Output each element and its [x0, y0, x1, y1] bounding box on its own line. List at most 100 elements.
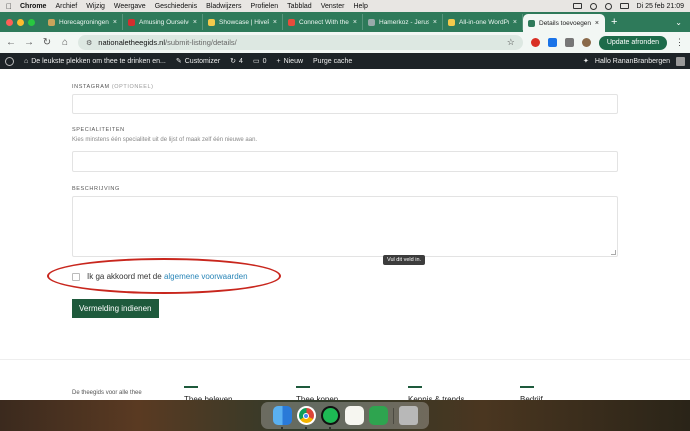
tab-search-chevron-icon[interactable]: ⌄: [675, 18, 682, 27]
tab-details-toevoegen[interactable]: Details toevoegen ×: [523, 14, 605, 32]
tab-title: All-in-one WordPr: [459, 18, 509, 26]
battery-icon[interactable]: [572, 3, 582, 9]
home-icon[interactable]: ⌂: [60, 37, 70, 48]
update-chrome-button[interactable]: Update afronden: [598, 35, 667, 50]
wordpress-logo-icon[interactable]: [5, 56, 14, 66]
instagram-label: INSTAGRAM (OPTIONEEL): [72, 84, 154, 90]
wp-new-label: Nieuw: [283, 57, 304, 65]
search-icon[interactable]: [604, 2, 612, 10]
site-footer: De theegids voor alle thee Thee beleven …: [0, 368, 690, 401]
instagram-label-text: INSTAGRAM: [72, 84, 110, 90]
close-tab-icon[interactable]: ×: [113, 19, 117, 26]
maximize-window-button[interactable]: [28, 18, 35, 26]
wifi-icon[interactable]: [589, 2, 597, 10]
address-bar[interactable]: ⚙ nationaletheegids.nl/submit-listing/de…: [78, 35, 523, 50]
menu-chrome[interactable]: Chrome: [20, 3, 46, 10]
running-indicator: [304, 427, 307, 429]
footer-column: Bedrijf: [520, 386, 543, 401]
wp-comments[interactable]: ▭ 0: [252, 57, 267, 66]
resize-handle-icon[interactable]: [611, 250, 616, 255]
submit-listing-button[interactable]: Vermelding indienen: [72, 299, 159, 318]
extensions-puzzle-icon[interactable]: [564, 38, 574, 47]
menu-venster[interactable]: Venster: [321, 3, 345, 10]
instagram-input[interactable]: [72, 94, 618, 114]
beschrijving-textarea[interactable]: [72, 196, 618, 257]
extension-blue-icon[interactable]: [547, 38, 557, 47]
beschrijving-label: BESCHRIJVING: [72, 186, 120, 192]
minimize-window-button[interactable]: [17, 18, 24, 26]
site-info-icon[interactable]: ⚙: [86, 39, 92, 47]
close-tab-icon[interactable]: ×: [595, 20, 599, 27]
wp-purge-cache[interactable]: Purge cache: [313, 58, 352, 65]
tab-hamerkoz[interactable]: Hamerkoz - Jerus ×: [363, 14, 443, 30]
profile-avatar[interactable]: [581, 38, 591, 47]
bookmark-star-icon[interactable]: ☆: [507, 37, 515, 48]
close-tab-icon[interactable]: ×: [513, 19, 517, 26]
menubar-datetime[interactable]: Di 25 feb 21:09: [637, 3, 684, 10]
tab-title: Connect With the: [299, 18, 349, 26]
tab-favicon-icon: [128, 18, 135, 26]
tab-connect-with-the[interactable]: Connect With the ×: [283, 14, 363, 30]
wp-updates[interactable]: ↻ 4: [230, 57, 243, 66]
tab-all-in-one-wordpress[interactable]: All-in-one WordPr ×: [443, 14, 523, 30]
wp-site-label: De leukste plekken om thee te drinken en…: [31, 57, 166, 65]
tab-title: Horecagroningen: [59, 18, 109, 26]
listing-form-page: INSTAGRAM (OPTIONEEL) SPECIALITEITEN Kie…: [0, 69, 690, 368]
chrome-icon[interactable]: [296, 406, 316, 429]
close-tab-icon[interactable]: ×: [273, 19, 277, 26]
trash-icon[interactable]: [398, 406, 418, 425]
footer-accent: [520, 386, 534, 388]
menu-help[interactable]: Help: [353, 3, 367, 10]
new-tab-icon[interactable]: +: [611, 16, 617, 28]
tab-amusing-ourselves[interactable]: Amusing Ourselve ×: [123, 14, 203, 30]
wp-site-name[interactable]: ⌂ De leukste plekken om thee te drinken …: [24, 58, 166, 65]
footer-column: Thee beleven: [184, 386, 232, 401]
extension-red-icon[interactable]: [530, 38, 540, 47]
finder-icon[interactable]: [272, 406, 292, 429]
wp-customizer[interactable]: ✎ Customizer: [175, 57, 220, 66]
back-arrow-icon[interactable]: ←: [6, 37, 16, 48]
tab-showcase-hivepress[interactable]: Showcase | HiveP ×: [203, 14, 283, 30]
comment-icon: ▭: [252, 58, 260, 65]
ai-sparkle-icon[interactable]: ✦: [583, 57, 589, 65]
chrome-logo: [298, 408, 314, 423]
menu-geschiedenis[interactable]: Geschiedenis: [155, 3, 197, 10]
wp-greeting[interactable]: Hallo RananBranbergen: [595, 58, 670, 65]
wp-comments-count: 0: [262, 57, 267, 65]
menu-profielen[interactable]: Profielen: [251, 3, 279, 10]
close-window-button[interactable]: [6, 18, 13, 26]
numbers-icon[interactable]: [368, 406, 388, 425]
footer-column: Thee kopen: [296, 386, 338, 401]
menu-tabblad[interactable]: Tabblad: [287, 3, 312, 10]
url-path: /submit-listing/details/: [165, 38, 237, 47]
specialiteiten-label: SPECIALITEITEN: [72, 127, 125, 133]
reload-icon[interactable]: ↻: [42, 37, 52, 48]
specialiteiten-select[interactable]: [72, 151, 618, 172]
menu-weergave[interactable]: Weergave: [114, 3, 146, 10]
close-tab-icon[interactable]: ×: [353, 19, 357, 26]
footer-divider: [0, 359, 690, 360]
close-tab-icon[interactable]: ×: [193, 19, 197, 26]
plus-icon: +: [276, 57, 281, 65]
tab-favicon-icon: [368, 18, 375, 26]
url-host: nationaletheegids.nl: [98, 38, 166, 47]
apple-icon[interactable]: : [6, 2, 12, 11]
menu-archief[interactable]: Archief: [55, 3, 77, 10]
textedit-icon[interactable]: [344, 406, 364, 425]
forward-arrow-icon[interactable]: →: [24, 37, 34, 48]
tab-horecagroningen[interactable]: Horecagroningen ×: [43, 14, 123, 30]
wp-new[interactable]: + Nieuw: [276, 58, 303, 65]
tab-favicon-icon: [448, 18, 455, 26]
close-tab-icon[interactable]: ×: [433, 19, 437, 26]
menu-wijzig[interactable]: Wijzig: [86, 3, 105, 10]
tab-favicon-icon: [48, 18, 55, 26]
control-center-icon[interactable]: [619, 3, 629, 9]
footer-tagline: De theegids voor alle thee: [72, 390, 142, 396]
running-indicator: [280, 427, 283, 429]
menu-bladwijzers[interactable]: Bladwijzers: [206, 3, 241, 10]
spotify-icon[interactable]: [320, 406, 340, 429]
brush-icon: ✎: [175, 58, 182, 65]
more-menu-icon[interactable]: ⋮: [675, 37, 684, 48]
user-avatar[interactable]: [676, 56, 685, 66]
wp-updates-count: 4: [239, 57, 243, 65]
